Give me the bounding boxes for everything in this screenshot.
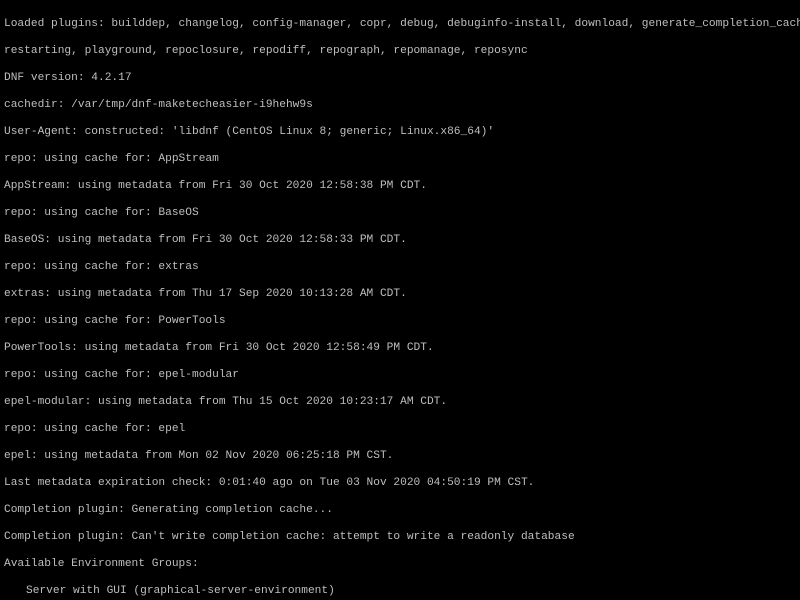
group-item: Server with GUI (graphical-server-enviro…: [4, 585, 800, 599]
output-line: repo: using cache for: BaseOS: [4, 207, 800, 221]
output-line: User-Agent: constructed: 'libdnf (CentOS…: [4, 126, 800, 140]
output-line: epel: using metadata from Mon 02 Nov 202…: [4, 450, 800, 464]
output-line: repo: using cache for: extras: [4, 261, 800, 275]
output-line: cachedir: /var/tmp/dnf-maketecheasier-i9…: [4, 99, 800, 113]
output-line: repo: using cache for: epel: [4, 423, 800, 437]
output-line: extras: using metadata from Thu 17 Sep 2…: [4, 288, 800, 302]
section-header: Available Environment Groups:: [4, 558, 800, 572]
output-line: DNF version: 4.2.17: [4, 72, 800, 86]
output-line: BaseOS: using metadata from Fri 30 Oct 2…: [4, 234, 800, 248]
output-line: restarting, playground, repoclosure, rep…: [4, 45, 800, 59]
output-line: repo: using cache for: PowerTools: [4, 315, 800, 329]
output-line: Completion plugin: Generating completion…: [4, 504, 800, 518]
output-line: PowerTools: using metadata from Fri 30 O…: [4, 342, 800, 356]
output-line: epel-modular: using metadata from Thu 15…: [4, 396, 800, 410]
output-line: Completion plugin: Can't write completio…: [4, 531, 800, 545]
output-line: AppStream: using metadata from Fri 30 Oc…: [4, 180, 800, 194]
output-line: Loaded plugins: builddep, changelog, con…: [4, 18, 800, 32]
output-line: repo: using cache for: epel-modular: [4, 369, 800, 383]
output-line: Last metadata expiration check: 0:01:40 …: [4, 477, 800, 491]
output-line: repo: using cache for: AppStream: [4, 153, 800, 167]
terminal-output[interactable]: Loaded plugins: builddep, changelog, con…: [0, 0, 800, 600]
